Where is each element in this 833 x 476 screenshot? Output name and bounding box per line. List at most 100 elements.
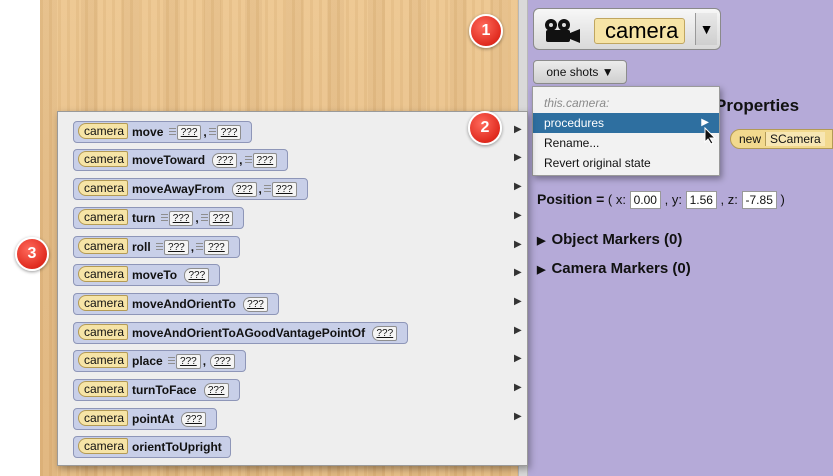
direction-placeholder[interactable]: ??? bbox=[160, 211, 194, 226]
spatial-relation-placeholder[interactable]: ??? bbox=[168, 354, 201, 369]
camera-selector[interactable]: camera ▼ bbox=[533, 8, 721, 50]
procedure-item-turn[interactable]: camera turn ???,??? ▶ bbox=[58, 204, 527, 231]
camera-markers-tree-item[interactable]: ▶ Camera Markers (0) bbox=[537, 260, 691, 277]
procedure-item-orienttoupright[interactable]: camera orientToUpright bbox=[58, 433, 527, 460]
target-placeholder[interactable]: ??? bbox=[210, 354, 235, 369]
procedure-item-moveandorienttoagoodvantagepointof[interactable]: camera moveAndOrientToAGoodVantagePointOf… bbox=[58, 319, 527, 346]
camera-chip: camera bbox=[78, 123, 129, 139]
position-row: Position = ( x: 0.00 , y: 1.56 , z: -7.8… bbox=[537, 191, 785, 209]
amount-placeholder[interactable]: ??? bbox=[196, 240, 229, 255]
menu-item-label: Rename... bbox=[544, 136, 600, 150]
context-menu-header: this.camera: bbox=[544, 96, 610, 110]
direction-placeholder[interactable]: ??? bbox=[168, 125, 202, 140]
procedure-name: roll bbox=[132, 240, 151, 254]
step-badge-3: 3 bbox=[15, 237, 49, 271]
camera-markers-label: Camera Markers (0) bbox=[551, 260, 691, 277]
object-markers-tree-item[interactable]: ▶ Object Markers (0) bbox=[537, 231, 682, 248]
menu-item-revert[interactable]: Revert original state bbox=[533, 153, 719, 173]
comma: , bbox=[203, 125, 207, 139]
procedure-item-pointat[interactable]: camera pointAt ??? ▶ bbox=[58, 405, 527, 432]
submenu-arrow-icon: ▶ bbox=[514, 411, 522, 422]
position-close: ) bbox=[780, 192, 785, 207]
procedure-block[interactable]: camera moveAwayFrom ???,??? bbox=[73, 178, 308, 200]
target-placeholder[interactable]: ??? bbox=[212, 153, 238, 168]
procedure-item-move[interactable]: camera move ???,??? ▶ bbox=[58, 118, 527, 145]
camera-chip-label: camera bbox=[594, 18, 686, 44]
target-placeholder[interactable]: ??? bbox=[231, 182, 257, 197]
camera-chip: camera bbox=[78, 324, 129, 340]
procedure-block[interactable]: camera turn ???,??? bbox=[73, 207, 245, 229]
procedures-submenu: camera move ???,??? ▶ camera moveToward ??… bbox=[57, 111, 528, 466]
expand-triangle-icon[interactable]: ▶ bbox=[537, 235, 545, 247]
camera-chip: camera bbox=[78, 295, 129, 311]
camera-chip: camera bbox=[78, 438, 129, 454]
one-shots-button[interactable]: one shots ▼ bbox=[533, 60, 627, 84]
procedure-block[interactable]: camera pointAt ??? bbox=[73, 408, 218, 430]
procedure-item-moveandorientto[interactable]: camera moveAndOrientTo ??? ▶ bbox=[58, 290, 527, 317]
procedure-block[interactable]: camera place ???,??? bbox=[73, 350, 246, 372]
camera-chip: camera bbox=[78, 151, 129, 167]
procedure-name: turn bbox=[132, 211, 156, 225]
procedure-block[interactable]: camera roll ???,??? bbox=[73, 236, 240, 258]
submenu-arrow-icon: ▶ bbox=[514, 296, 522, 307]
submenu-arrow-icon: ▶ bbox=[514, 210, 522, 221]
amount-placeholder[interactable]: ??? bbox=[244, 153, 278, 168]
amount-placeholder[interactable]: ??? bbox=[200, 211, 234, 226]
step-badge-1: 1 bbox=[469, 14, 503, 48]
procedure-name: place bbox=[132, 354, 163, 368]
procedure-block[interactable]: camera moveAndOrientTo ??? bbox=[73, 293, 279, 315]
menu-item-rename[interactable]: Rename... bbox=[533, 133, 719, 153]
comma: , bbox=[239, 153, 243, 167]
position-y-field[interactable]: 1.56 bbox=[685, 191, 717, 209]
position-label: Position = bbox=[537, 191, 605, 207]
procedure-item-turntoface[interactable]: camera turnToFace ??? ▶ bbox=[58, 376, 527, 403]
procedure-block[interactable]: camera turnToFace ??? bbox=[73, 379, 240, 401]
expand-triangle-icon[interactable]: ▶ bbox=[537, 264, 545, 276]
step-badge-2: 2 bbox=[468, 111, 502, 145]
procedure-item-moveto[interactable]: camera moveTo ??? ▶ bbox=[58, 261, 527, 288]
camera-chip: camera bbox=[78, 180, 129, 196]
camera-chip: camera bbox=[78, 209, 129, 225]
procedure-item-moveawayfrom[interactable]: camera moveAwayFrom ???,??? ▶ bbox=[58, 175, 527, 202]
amount-placeholder[interactable]: ??? bbox=[208, 125, 242, 140]
procedure-block[interactable]: camera moveAndOrientToAGoodVantagePointOf… bbox=[73, 322, 409, 344]
procedure-block[interactable]: camera moveToward ???,??? bbox=[73, 149, 289, 171]
position-open: ( x: bbox=[607, 192, 626, 207]
comma: , bbox=[195, 211, 199, 225]
new-label: new bbox=[739, 132, 762, 146]
procedure-block[interactable]: camera moveTo ??? bbox=[73, 264, 221, 286]
target-placeholder[interactable]: ??? bbox=[243, 297, 268, 312]
position-z-label: , z: bbox=[720, 192, 738, 207]
chevron-down-icon[interactable]: ▼ bbox=[695, 13, 717, 45]
procedure-name: pointAt bbox=[132, 412, 174, 426]
target-placeholder[interactable]: ??? bbox=[203, 383, 229, 398]
position-z-field[interactable]: -7.85 bbox=[741, 191, 777, 209]
object-markers-label: Object Markers (0) bbox=[551, 231, 683, 248]
submenu-arrow-icon: ▶ bbox=[514, 181, 522, 192]
properties-title: Properties bbox=[715, 96, 800, 115]
procedure-name: moveTo bbox=[132, 268, 178, 282]
camera-chip: camera bbox=[78, 352, 129, 368]
target-placeholder[interactable]: ??? bbox=[184, 268, 210, 283]
movie-camera-icon bbox=[545, 19, 580, 43]
position-x-field[interactable]: 0.00 bbox=[629, 191, 661, 209]
target-placeholder[interactable]: ??? bbox=[181, 412, 207, 427]
direction-placeholder[interactable]: ??? bbox=[156, 240, 189, 255]
procedure-block[interactable]: camera move ???,??? bbox=[73, 121, 253, 143]
camera-chip: camera bbox=[78, 238, 129, 254]
menu-item-procedures[interactable]: procedures ▶ bbox=[533, 113, 719, 133]
procedure-block[interactable]: camera orientToUpright bbox=[73, 436, 231, 458]
submenu-arrow-icon: ▶ bbox=[514, 239, 522, 250]
procedure-item-roll[interactable]: camera roll ???,??? ▶ bbox=[58, 233, 527, 260]
procedure-name: moveAndOrientToAGoodVantagePointOf bbox=[132, 326, 366, 340]
comma: , bbox=[190, 240, 195, 254]
scamera-type-label: SCamera bbox=[765, 132, 825, 146]
procedure-name: turnToFace bbox=[132, 383, 197, 397]
comma: , bbox=[258, 182, 262, 196]
procedure-item-movetoward[interactable]: camera moveToward ???,??? ▶ bbox=[58, 146, 527, 173]
amount-placeholder[interactable]: ??? bbox=[263, 182, 297, 197]
new-scamera-expression[interactable]: new SCamera bbox=[730, 129, 833, 149]
procedure-item-place[interactable]: camera place ???,??? ▶ bbox=[58, 347, 527, 374]
target-placeholder[interactable]: ??? bbox=[372, 326, 398, 341]
submenu-arrow-icon: ▶ bbox=[514, 267, 522, 278]
